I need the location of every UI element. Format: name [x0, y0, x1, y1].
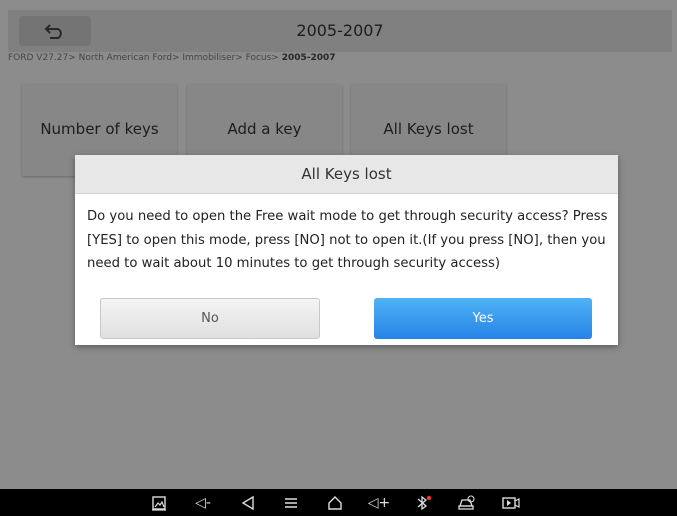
confirm-dialog: All Keys lost Do you need to open the Fr… [75, 155, 618, 345]
screen-record-icon [502, 496, 520, 509]
volume-up-icon: ◁+ [367, 494, 391, 511]
gallery-icon [152, 495, 166, 511]
gallery-button[interactable] [146, 489, 172, 516]
vci-button[interactable] [454, 489, 480, 516]
menu-icon [285, 497, 297, 508]
volume-up-button[interactable]: ◁+ [366, 489, 392, 516]
yes-button[interactable]: Yes [374, 298, 592, 339]
vci-icon [458, 494, 475, 510]
bluetooth-button[interactable] [410, 489, 436, 516]
home-icon [328, 495, 342, 510]
dialog-message: Do you need to open the Free wait mode t… [87, 209, 608, 271]
home-button[interactable] [322, 489, 348, 516]
menu-button[interactable] [278, 489, 304, 516]
system-navigation-bar: ◁- ◁+ [0, 489, 677, 516]
dialog-title: All Keys lost [75, 155, 618, 194]
nav-back-button[interactable] [235, 489, 261, 516]
app-screen: 2005-2007 FORD V27.27> North American Fo… [0, 0, 677, 489]
no-button[interactable]: No [100, 298, 320, 339]
volume-down-button[interactable]: ◁- [190, 489, 216, 516]
bluetooth-icon [417, 495, 432, 510]
back-icon [241, 495, 254, 510]
screen-record-button[interactable] [498, 489, 524, 516]
volume-down-icon: ◁- [195, 494, 211, 511]
